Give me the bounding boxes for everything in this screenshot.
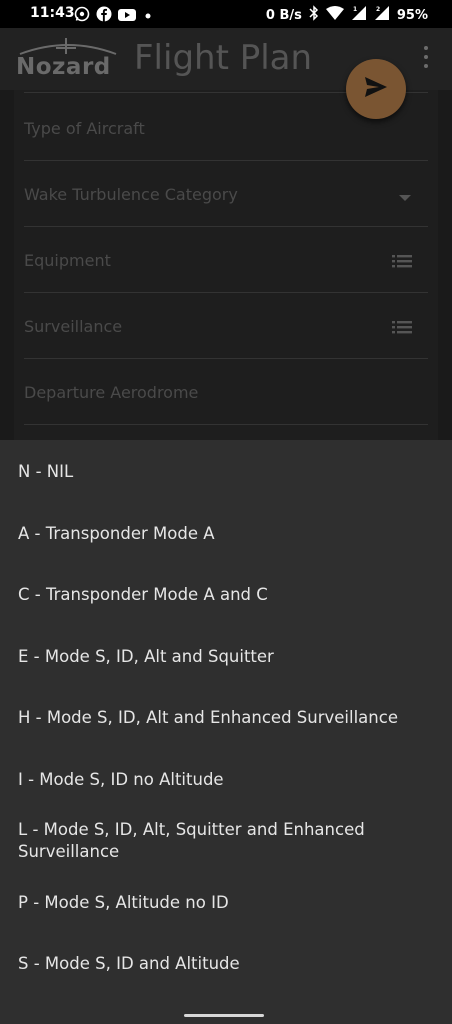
option-a[interactable]: A - Transponder Mode A [18,523,428,545]
option-e[interactable]: E - Mode S, ID, Alt and Squitter [18,646,428,668]
status-bar: 11:43 0 B/s 1 2 95% [0,0,452,28]
more-vert-icon[interactable] [418,46,434,68]
field-label: Equipment [24,251,111,270]
departure-aerodrome-field[interactable]: Departure Aerodrome [24,359,428,425]
field-label: Type of Aircraft [24,119,145,138]
youtube-icon [118,7,136,26]
notification-icons [74,6,154,26]
field-label: Surveillance [24,317,123,336]
logo-text: Nozard [16,54,111,80]
gesture-nav-bar [0,1006,452,1024]
list-icon[interactable] [392,253,412,272]
list-icon[interactable] [392,319,412,338]
arrow-drop-down-icon [398,187,412,206]
svg-text:2: 2 [376,6,380,13]
option-s[interactable]: S - Mode S, ID and Altitude [18,953,428,975]
wifi-icon [325,6,344,24]
option-p[interactable]: P - Mode S, Altitude no ID [18,892,428,914]
flight-plan-form: Type of Aircraft Wake Turbulence Categor… [14,90,438,440]
wake-turbulence-category-field[interactable]: Wake Turbulence Category [24,161,428,227]
bluetooth-icon [309,5,319,25]
option-c[interactable]: C - Transponder Mode A and C [18,584,428,606]
svg-text:1: 1 [353,6,357,13]
surveillance-field[interactable]: Surveillance [24,293,428,359]
signal-icon: 1 [351,5,367,25]
option-h[interactable]: H - Mode S, ID, Alt and Enhanced Surveil… [18,707,428,729]
app-background: Nozard Flight Plan Type of Aircraft Wake… [0,28,452,440]
send-icon [364,76,388,102]
status-time: 11:43 [30,5,75,21]
battery-level: 95% [396,7,428,23]
signal-icon: 2 [374,5,390,25]
field-label: Departure Aerodrome [24,383,199,402]
equipment-field[interactable]: Equipment [24,227,428,293]
home-handle[interactable] [184,1014,264,1017]
page-title: Flight Plan [134,38,313,78]
send-button[interactable] [346,59,406,119]
option-i[interactable]: I - Mode S, ID no Altitude [18,769,428,791]
option-n[interactable]: N - NIL [18,461,428,483]
whatsapp-icon [74,6,90,26]
dot-icon [142,7,154,26]
network-speed: 0 B/s [265,7,302,23]
surveillance-options-sheet: N - NIL A - Transponder Mode A C - Trans… [0,440,452,1006]
nozard-logo: Nozard [16,36,120,82]
system-icons: 0 B/s 1 2 95% [266,5,428,25]
facebook-icon [96,6,112,26]
field-label: Wake Turbulence Category [24,185,238,204]
option-l[interactable]: L - Mode S, ID, Alt, Squitter and Enhanc… [18,819,428,863]
